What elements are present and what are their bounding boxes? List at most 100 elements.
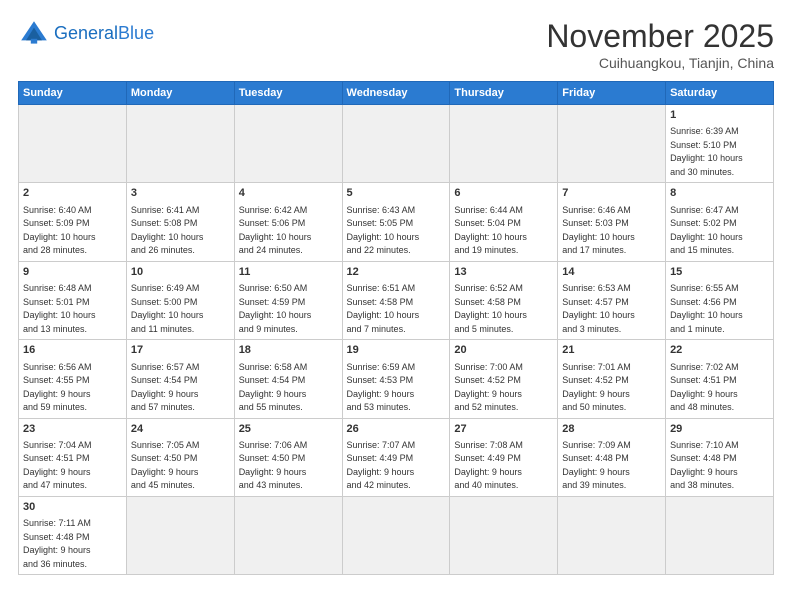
calendar-cell (450, 496, 558, 574)
day-info: Sunrise: 6:56 AM Sunset: 4:55 PM Dayligh… (23, 361, 122, 415)
header: GeneralBlue November 2025 Cuihuangkou, T… (18, 18, 774, 71)
calendar-cell: 14Sunrise: 6:53 AM Sunset: 4:57 PM Dayli… (558, 261, 666, 339)
calendar-header-tuesday: Tuesday (234, 82, 342, 105)
day-number: 10 (131, 265, 230, 280)
day-number: 29 (670, 422, 769, 437)
logo-general: General (54, 23, 118, 43)
calendar-week-3: 16Sunrise: 6:56 AM Sunset: 4:55 PM Dayli… (19, 340, 774, 418)
day-info: Sunrise: 6:55 AM Sunset: 4:56 PM Dayligh… (670, 282, 769, 336)
day-info: Sunrise: 6:51 AM Sunset: 4:58 PM Dayligh… (347, 282, 446, 336)
day-number: 18 (239, 343, 338, 358)
calendar-cell: 5Sunrise: 6:43 AM Sunset: 5:05 PM Daylig… (342, 183, 450, 261)
calendar-cell: 30 Sunrise: 7:11 AM Sunset: 4:48 PM Dayli… (19, 496, 127, 574)
day-number: 21 (562, 343, 661, 358)
day-info: Sunrise: 7:02 AM Sunset: 4:51 PM Dayligh… (670, 361, 769, 415)
day-info: Sunrise: 6:49 AM Sunset: 5:00 PM Dayligh… (131, 282, 230, 336)
calendar-cell: 9 Sunrise: 6:48 AM Sunset: 5:01 PM Daylig… (19, 261, 127, 339)
day-number: 6 (454, 186, 553, 201)
day-info: Sunrise: 6:44 AM Sunset: 5:04 PM Dayligh… (454, 204, 553, 258)
calendar-cell: 2 Sunrise: 6:40 AM Sunset: 5:09 PM Daylig… (19, 183, 127, 261)
calendar-cell: 23 Sunrise: 7:04 AM Sunset: 4:51 PM Dayli… (19, 418, 127, 496)
day-info: Sunrise: 6:48 AM Sunset: 5:01 PM Dayligh… (23, 282, 122, 336)
calendar-cell: 22 Sunrise: 7:02 AM Sunset: 4:51 PM Dayli… (666, 340, 774, 418)
day-number: 1 (670, 108, 769, 123)
calendar-cell: 11 Sunrise: 6:50 AM Sunset: 4:59 PM Dayli… (234, 261, 342, 339)
day-info: Sunrise: 7:08 AM Sunset: 4:49 PM Dayligh… (454, 439, 553, 493)
calendar-cell: 13Sunrise: 6:52 AM Sunset: 4:58 PM Dayli… (450, 261, 558, 339)
location-title: Cuihuangkou, Tianjin, China (546, 55, 774, 71)
calendar-cell: 6 Sunrise: 6:44 AM Sunset: 5:04 PM Daylig… (450, 183, 558, 261)
logo-text: GeneralBlue (54, 24, 154, 44)
calendar-cell: 27 Sunrise: 7:08 AM Sunset: 4:49 PM Dayli… (450, 418, 558, 496)
calendar-cell (342, 105, 450, 183)
calendar-cell: 3 Sunrise: 6:41 AM Sunset: 5:08 PM Daylig… (126, 183, 234, 261)
calendar-cell: 15 Sunrise: 6:55 AM Sunset: 4:56 PM Dayli… (666, 261, 774, 339)
day-number: 19 (347, 343, 446, 358)
day-number: 26 (347, 422, 446, 437)
calendar: SundayMondayTuesdayWednesdayThursdayFrid… (18, 81, 774, 575)
day-info: Sunrise: 6:57 AM Sunset: 4:54 PM Dayligh… (131, 361, 230, 415)
calendar-cell: 16Sunrise: 6:56 AM Sunset: 4:55 PM Dayli… (19, 340, 127, 418)
day-number: 23 (23, 422, 122, 437)
day-info: Sunrise: 7:11 AM Sunset: 4:48 PM Dayligh… (23, 517, 122, 571)
calendar-header-thursday: Thursday (450, 82, 558, 105)
calendar-cell: 12 Sunrise: 6:51 AM Sunset: 4:58 PM Dayli… (342, 261, 450, 339)
day-info: Sunrise: 6:50 AM Sunset: 4:59 PM Dayligh… (239, 282, 338, 336)
title-block: November 2025 Cuihuangkou, Tianjin, Chin… (546, 18, 774, 71)
calendar-header-friday: Friday (558, 82, 666, 105)
day-number: 2 (23, 186, 122, 201)
day-info: Sunrise: 6:40 AM Sunset: 5:09 PM Dayligh… (23, 204, 122, 258)
day-info: Sunrise: 7:00 AM Sunset: 4:52 PM Dayligh… (454, 361, 553, 415)
calendar-cell (234, 496, 342, 574)
day-number: 9 (23, 265, 122, 280)
day-number: 14 (562, 265, 661, 280)
day-info: Sunrise: 6:47 AM Sunset: 5:02 PM Dayligh… (670, 204, 769, 258)
calendar-cell: 21 Sunrise: 7:01 AM Sunset: 4:52 PM Dayli… (558, 340, 666, 418)
calendar-cell: 28 Sunrise: 7:09 AM Sunset: 4:48 PM Dayli… (558, 418, 666, 496)
calendar-week-0: 1 Sunrise: 6:39 AM Sunset: 5:10 PM Daylig… (19, 105, 774, 183)
calendar-cell (558, 496, 666, 574)
calendar-header-saturday: Saturday (666, 82, 774, 105)
calendar-cell (126, 496, 234, 574)
day-info: Sunrise: 6:41 AM Sunset: 5:08 PM Dayligh… (131, 204, 230, 258)
calendar-cell: 29Sunrise: 7:10 AM Sunset: 4:48 PM Dayli… (666, 418, 774, 496)
day-number: 24 (131, 422, 230, 437)
calendar-cell (19, 105, 127, 183)
calendar-week-4: 23 Sunrise: 7:04 AM Sunset: 4:51 PM Dayli… (19, 418, 774, 496)
calendar-cell (558, 105, 666, 183)
calendar-week-5: 30 Sunrise: 7:11 AM Sunset: 4:48 PM Dayli… (19, 496, 774, 574)
day-number: 22 (670, 343, 769, 358)
day-number: 27 (454, 422, 553, 437)
day-info: Sunrise: 7:05 AM Sunset: 4:50 PM Dayligh… (131, 439, 230, 493)
calendar-cell (126, 105, 234, 183)
day-number: 7 (562, 186, 661, 201)
day-info: Sunrise: 6:59 AM Sunset: 4:53 PM Dayligh… (347, 361, 446, 415)
day-number: 20 (454, 343, 553, 358)
logo: GeneralBlue (18, 18, 154, 50)
day-number: 5 (347, 186, 446, 201)
day-info: Sunrise: 7:09 AM Sunset: 4:48 PM Dayligh… (562, 439, 661, 493)
day-number: 30 (23, 500, 122, 515)
calendar-cell: 18Sunrise: 6:58 AM Sunset: 4:54 PM Dayli… (234, 340, 342, 418)
calendar-header-row: SundayMondayTuesdayWednesdayThursdayFrid… (19, 82, 774, 105)
page: GeneralBlue November 2025 Cuihuangkou, T… (0, 0, 792, 585)
calendar-week-2: 9 Sunrise: 6:48 AM Sunset: 5:01 PM Daylig… (19, 261, 774, 339)
day-info: Sunrise: 7:04 AM Sunset: 4:51 PM Dayligh… (23, 439, 122, 493)
logo-icon (18, 18, 50, 50)
day-info: Sunrise: 7:06 AM Sunset: 4:50 PM Dayligh… (239, 439, 338, 493)
month-title: November 2025 (546, 18, 774, 55)
day-number: 28 (562, 422, 661, 437)
day-number: 3 (131, 186, 230, 201)
day-number: 13 (454, 265, 553, 280)
day-number: 11 (239, 265, 338, 280)
calendar-cell: 26Sunrise: 7:07 AM Sunset: 4:49 PM Dayli… (342, 418, 450, 496)
calendar-header-sunday: Sunday (19, 82, 127, 105)
calendar-week-1: 2 Sunrise: 6:40 AM Sunset: 5:09 PM Daylig… (19, 183, 774, 261)
calendar-cell: 24 Sunrise: 7:05 AM Sunset: 4:50 PM Dayli… (126, 418, 234, 496)
day-info: Sunrise: 7:01 AM Sunset: 4:52 PM Dayligh… (562, 361, 661, 415)
day-number: 15 (670, 265, 769, 280)
day-info: Sunrise: 6:39 AM Sunset: 5:10 PM Dayligh… (670, 125, 769, 179)
calendar-header-monday: Monday (126, 82, 234, 105)
day-number: 12 (347, 265, 446, 280)
calendar-cell: 19 Sunrise: 6:59 AM Sunset: 4:53 PM Dayli… (342, 340, 450, 418)
